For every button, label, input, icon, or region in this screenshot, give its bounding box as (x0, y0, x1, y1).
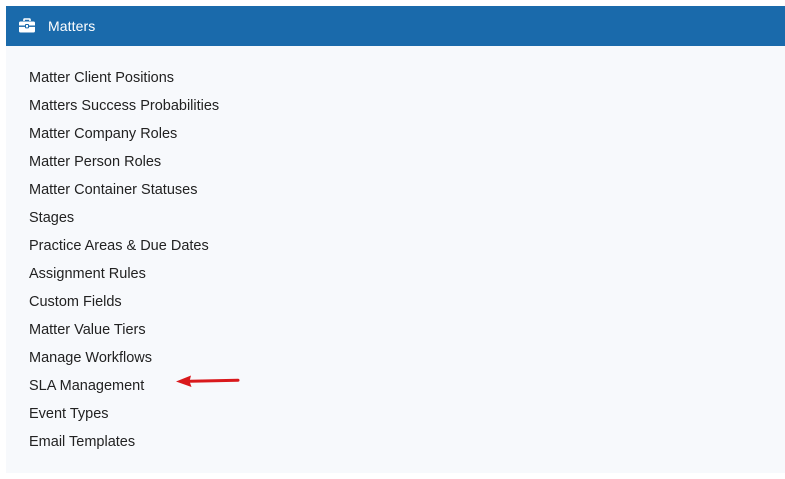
briefcase-icon (18, 18, 36, 34)
menu-item-event-types[interactable]: Event Types (29, 400, 219, 428)
panel-header: Matters (6, 6, 785, 46)
menu-item-matter-person-roles[interactable]: Matter Person Roles (29, 148, 219, 176)
matters-panel: Matters Matter Client Positions Matters … (6, 6, 785, 473)
menu-item-custom-fields[interactable]: Custom Fields (29, 288, 219, 316)
menu-item-practice-areas-due-dates[interactable]: Practice Areas & Due Dates (29, 232, 219, 260)
menu-item-matters-success-probabilities[interactable]: Matters Success Probabilities (29, 92, 219, 120)
matters-settings-list: Matter Client Positions Matters Success … (29, 64, 219, 456)
menu-item-matter-value-tiers[interactable]: Matter Value Tiers (29, 316, 219, 344)
menu-item-matter-client-positions[interactable]: Matter Client Positions (29, 64, 219, 92)
menu-item-email-templates[interactable]: Email Templates (29, 428, 219, 456)
menu-item-assignment-rules[interactable]: Assignment Rules (29, 260, 219, 288)
red-arrow-icon (176, 375, 240, 387)
menu-item-manage-workflows[interactable]: Manage Workflows (29, 344, 219, 372)
menu-item-stages[interactable]: Stages (29, 204, 219, 232)
menu-item-matter-company-roles[interactable]: Matter Company Roles (29, 120, 219, 148)
menu-item-matter-container-statuses[interactable]: Matter Container Statuses (29, 176, 219, 204)
panel-title: Matters (48, 18, 96, 34)
